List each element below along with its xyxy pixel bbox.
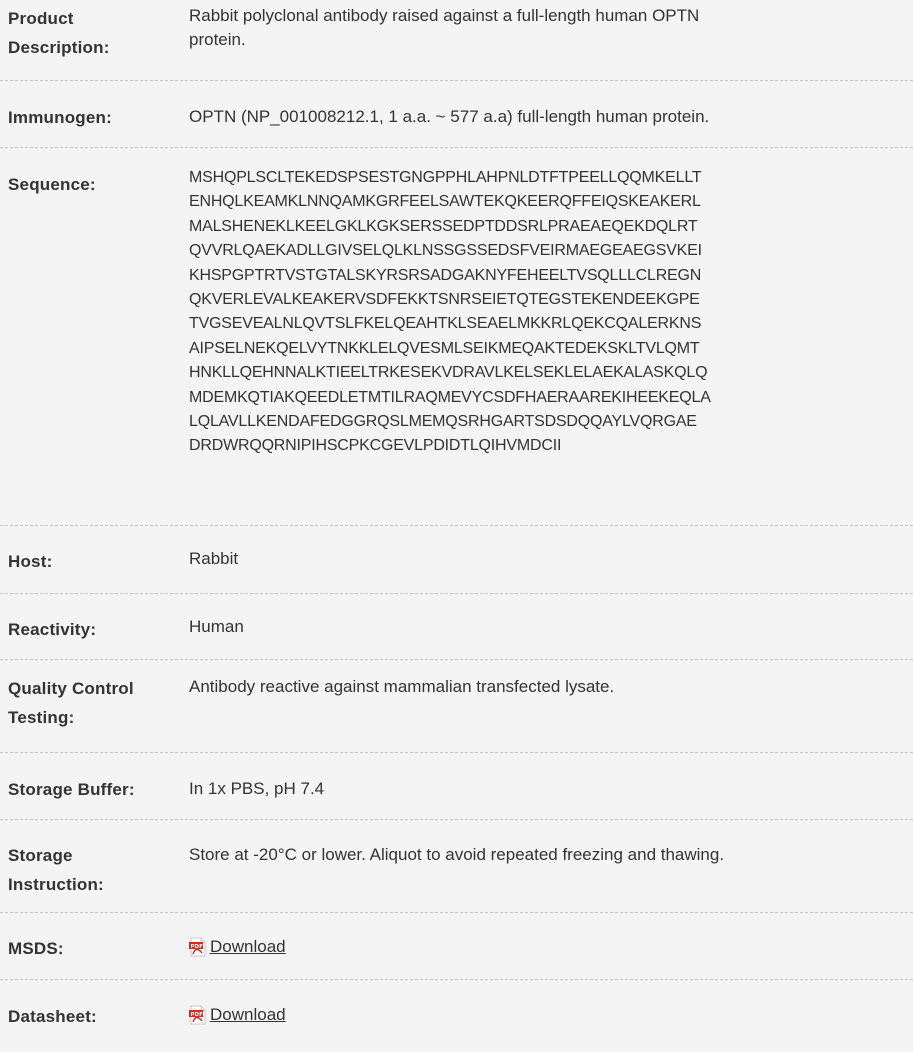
value-sequence: MSHQPLSCLTEKEDSPSESTGNGPPHLAHPNLDTFTPEEL…	[189, 166, 909, 459]
value-msds: PDF Download	[189, 935, 909, 964]
sequence-line: AIPSELNEKQELVYTNKKLELQVESMLSEIKMEQAKTEDE…	[189, 339, 700, 357]
value-host: Rabbit	[189, 549, 239, 568]
label-line: Description:	[8, 38, 110, 57]
label-line: Instruction:	[8, 875, 104, 894]
value-quality-control: Antibody reactive against mammalian tran…	[189, 677, 615, 696]
row-sequence: Sequence: MSHQPLSCLTEKEDSPSESTGNGPPHLAHP…	[0, 148, 913, 526]
value-line: Rabbit polyclonal antibody raised agains…	[189, 6, 700, 25]
value-product-description: Rabbit polyclonal antibody raised agains…	[189, 4, 909, 52]
sequence-line: MSHQPLSCLTEKEDSPSESTGNGPPHLAHPNLDTFTPEEL…	[189, 169, 702, 186]
sequence-line: LQLAVLLKENDAFEDGGRQSLMEMQSRHGARTSDSDQQAY…	[189, 413, 697, 431]
label-line: Quality Control	[8, 679, 134, 698]
sequence-line: DRDWRQQRNIPIHSCPKCGEVLPDIDTLQIHVMDCII	[189, 437, 562, 455]
row-immunogen: Immunogen: OPTN (NP_001008212.1, 1 a.a. …	[0, 81, 913, 148]
label-product-description: Product Description:	[8, 4, 184, 62]
svg-text:PDF: PDF	[191, 1012, 204, 1018]
pdf-icon: PDF	[189, 1005, 207, 1025]
label-immunogen: Immunogen:	[8, 108, 112, 127]
label-line: Product	[8, 9, 74, 28]
row-quality-control: Quality Control Testing: Antibody reacti…	[0, 660, 913, 753]
download-link-text[interactable]: Download	[210, 1003, 286, 1027]
sequence-line: MALSHENEKLKEELGKLKGKSERSSEDPTDDSRLPRAEAE…	[189, 217, 698, 235]
row-host: Host: Rabbit	[0, 526, 913, 594]
product-spec-table: Product Description: Rabbit polyclonal a…	[0, 0, 913, 1052]
sequence-line: HNKLLQEHNNALKTIEELTRKESEKVDRAVLKELSEKLEL…	[189, 364, 708, 382]
label-storage-instruction: Storage Instruction:	[8, 841, 184, 899]
label-line: Storage	[8, 846, 73, 865]
label-host: Host:	[8, 552, 53, 571]
row-reactivity: Reactivity: Human	[0, 594, 913, 660]
sequence-line: MDEMKQTIAKQEEDLETMTILRAQMEVYCSDFHAERAARE…	[189, 388, 711, 406]
label-datasheet: Datasheet:	[8, 1007, 97, 1026]
row-datasheet: Datasheet: PDF Download	[0, 980, 913, 1052]
label-msds: MSDS:	[8, 939, 64, 958]
label-sequence: Sequence:	[8, 175, 96, 194]
sequence-line: QKVERLEVALKEAKERVSDFEKKTSNRSEIETQTEGSTEK…	[189, 291, 700, 309]
value-storage-instruction: Store at -20°C or lower. Aliquot to avoi…	[189, 845, 725, 864]
value-datasheet: PDF Download	[189, 1003, 909, 1032]
svg-text:PDF: PDF	[191, 944, 204, 950]
value-line: protein.	[189, 30, 246, 49]
row-product-description: Product Description: Rabbit polyclonal a…	[0, 0, 913, 81]
label-quality-control: Quality Control Testing:	[8, 674, 184, 732]
value-immunogen: OPTN (NP_001008212.1, 1 a.a. ~ 577 a.a) …	[189, 107, 710, 126]
download-link-text[interactable]: Download	[210, 935, 286, 959]
row-storage-instruction: Storage Instruction: Store at -20°C or l…	[0, 820, 913, 913]
pdf-icon: PDF	[189, 937, 207, 957]
row-msds: MSDS: PDF Download	[0, 913, 913, 980]
datasheet-download-link[interactable]: PDF Download	[189, 1003, 286, 1027]
label-storage-buffer: Storage Buffer:	[8, 780, 135, 799]
sequence-line: QVVRLQAEKADLLGIVSELQLKLNSSGSSEDSFVEIRMAE…	[189, 242, 702, 260]
label-reactivity: Reactivity:	[8, 620, 97, 639]
sequence-line: TVGSEVEALNLQVTSLFKELQEAHTKLSEAELMKKRLQEK…	[189, 315, 702, 333]
msds-download-link[interactable]: PDF Download	[189, 935, 286, 959]
sequence-line: KHSPGPTRTVSTGTALSKYRSRSADGAKNYFEHEELTVSQ…	[189, 266, 702, 284]
label-line: Testing:	[8, 708, 75, 727]
value-storage-buffer: In 1x PBS, pH 7.4	[189, 779, 325, 798]
row-storage-buffer: Storage Buffer: In 1x PBS, pH 7.4	[0, 753, 913, 820]
sequence-line: ENHQLKEAMKLNNQAMKGRFEELSAWTEKQKEERQFFEIQ…	[189, 193, 701, 211]
value-reactivity: Human	[189, 617, 244, 636]
